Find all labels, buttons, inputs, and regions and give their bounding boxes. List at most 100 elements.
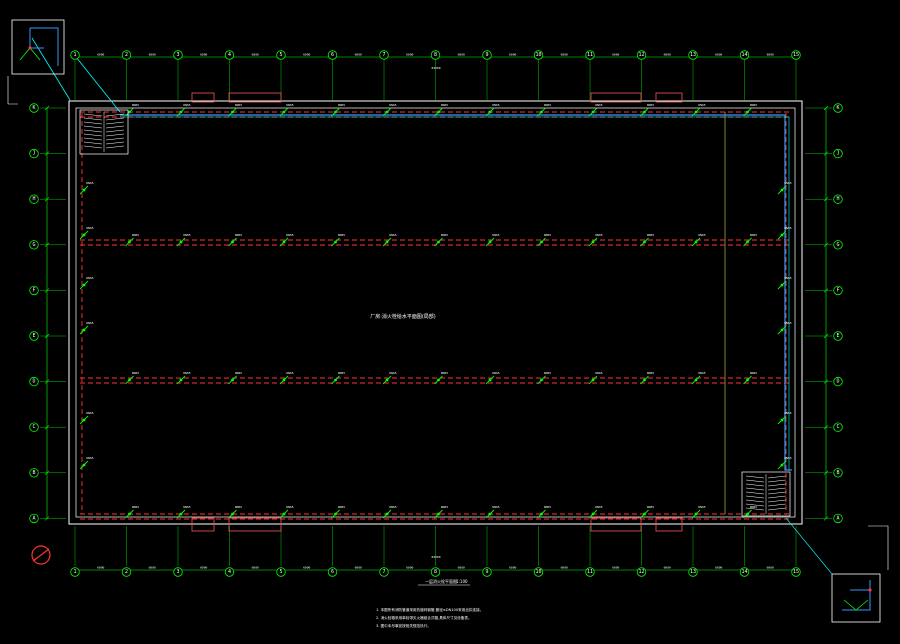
axis-label: F (836, 287, 839, 293)
note-1: 1. 本图所有消防管道采用热镀锌钢管,管径≤DN100采用丝扣连接。 (376, 607, 483, 612)
dim-text: 6000 (200, 53, 207, 57)
column-axis-top: 6 (327, 50, 338, 60)
column-axis-top: 9 (482, 50, 492, 60)
dim-text: 6000 (664, 53, 671, 57)
row-axis-left: H (29, 194, 39, 204)
hydrant-pipe-label: DN65 (595, 505, 602, 509)
hydrant-node (231, 110, 234, 114)
hydrant-pipe-label: DN65 (338, 233, 345, 237)
floor-plan-drawing: 6000 6000 6000 6000 6000 6000 6000 6000 6000 6000… (0, 0, 900, 644)
hydrant-node (643, 110, 646, 114)
dim-text: 6000 (149, 53, 156, 57)
dim-text: 6000 (664, 566, 671, 570)
hydrant-node (540, 110, 543, 114)
axis-label: 2 (125, 569, 128, 575)
hydrant-pipe-label: DN65 (750, 371, 757, 375)
hydrant-pipe-label: DN65 (784, 276, 791, 280)
axis-label: 7 (382, 569, 385, 575)
axis-label: A (836, 515, 839, 521)
dim-text: 6000 (355, 566, 362, 570)
hydrant-node (334, 240, 337, 244)
hydrant-node (746, 378, 749, 382)
hydrant-node (385, 512, 389, 516)
hydrant-node (488, 378, 492, 382)
hydrant-node (82, 188, 86, 192)
axis-label: 12 (638, 52, 644, 58)
axis-label: 6 (331, 52, 334, 58)
hydrant-pipe-label: DN65 (492, 371, 499, 375)
inset-valve (868, 588, 872, 592)
axis-label: 13 (690, 569, 696, 575)
column-axis-bottom: 11 (585, 567, 595, 577)
row-axis-left: B (29, 468, 39, 478)
hydrant-node (488, 512, 492, 516)
hydrant-pipe-label: DN65 (286, 505, 293, 509)
hydrant-pipe-label: DN65 (389, 371, 396, 375)
column-axis-top: 11 (585, 50, 595, 60)
hydrant-pipe-label: DN65 (86, 456, 93, 460)
axis-label: 5 (279, 52, 282, 58)
axis-label: 9 (485, 569, 488, 575)
dim-text: 6000 (97, 566, 104, 570)
hydrant-node (591, 110, 595, 114)
hydrant-node (82, 283, 86, 287)
axis-label: C (32, 424, 35, 430)
hydrant-node (282, 378, 286, 382)
column-axis-bottom: 7 (379, 567, 389, 577)
hydrant-node (437, 512, 440, 516)
row-axis-right: G (833, 240, 843, 250)
hydrant-pipe-label: DN65 (492, 505, 499, 509)
hydrant-pipe-label: DN65 (86, 276, 93, 280)
hydrant-pipe-label: DN65 (338, 371, 345, 375)
hydrant-pipe-label: DN65 (286, 371, 293, 375)
hydrant-node (128, 512, 131, 516)
axis-label: 2 (125, 52, 128, 58)
hydrant-node (780, 418, 784, 422)
axis-label: 3 (176, 569, 179, 575)
center-label: 厂房·消火栓给水平面图(局部) (370, 313, 436, 320)
hydrant-pipe-label: DN65 (784, 456, 791, 460)
axis-label: 7 (382, 52, 385, 58)
dim-text: 6000 (612, 53, 619, 57)
row-axis-right: E (833, 331, 843, 341)
dim-text: 6000 (509, 53, 516, 57)
row-axis-right: B (833, 468, 843, 478)
row-axis-left: G (29, 240, 39, 250)
hydrant-pipe-label: DN65 (235, 103, 242, 107)
axis-label: J (32, 151, 35, 157)
hydrant-pipe-label: DN65 (784, 411, 791, 415)
hydrant-pipe-label: DN65 (647, 103, 654, 107)
dim-text: 6000 (97, 53, 104, 57)
hydrant-pipe-label: DN65 (492, 233, 499, 237)
axis-label: B (32, 470, 35, 476)
hydrant-pipe-label: DN65 (647, 505, 654, 509)
hydrant-pipe-label: DN65 (286, 103, 293, 107)
hydrant-pipe-label: DN65 (492, 103, 499, 107)
hydrant-node (540, 378, 543, 382)
hydrant-node (128, 378, 131, 382)
hydrant-pipe-label: DN65 (389, 103, 396, 107)
hydrant-node (643, 512, 646, 516)
hydrant-pipe-label: DN65 (698, 103, 705, 107)
hydrant-node (282, 512, 286, 516)
column-axis-bottom: 4 (224, 567, 235, 577)
hydrant-pipe-label: DN65 (338, 505, 345, 509)
dim-text: 6000 (458, 566, 465, 570)
hydrant-pipe-label: DN65 (595, 233, 602, 237)
hydrant-pipe-label: DN65 (183, 371, 190, 375)
dim-text: 6000 (561, 53, 568, 57)
hydrant-node (334, 512, 337, 516)
hydrant-pipe-label: DN65 (698, 371, 705, 375)
axis-label: 11 (587, 569, 593, 575)
hydrant-node (334, 378, 337, 382)
hydrant-node (437, 110, 440, 114)
hydrant-pipe-label: DN65 (441, 103, 448, 107)
axis-label: 9 (485, 52, 488, 58)
hydrant-pipe-label: DN65 (183, 233, 190, 237)
axis-label: H (836, 196, 839, 202)
hydrant-node (488, 110, 492, 114)
column-axis-top: 13 (688, 50, 698, 60)
hydrant-node (231, 378, 234, 382)
axis-label: 15 (793, 52, 799, 58)
hydrant-node (437, 378, 440, 382)
